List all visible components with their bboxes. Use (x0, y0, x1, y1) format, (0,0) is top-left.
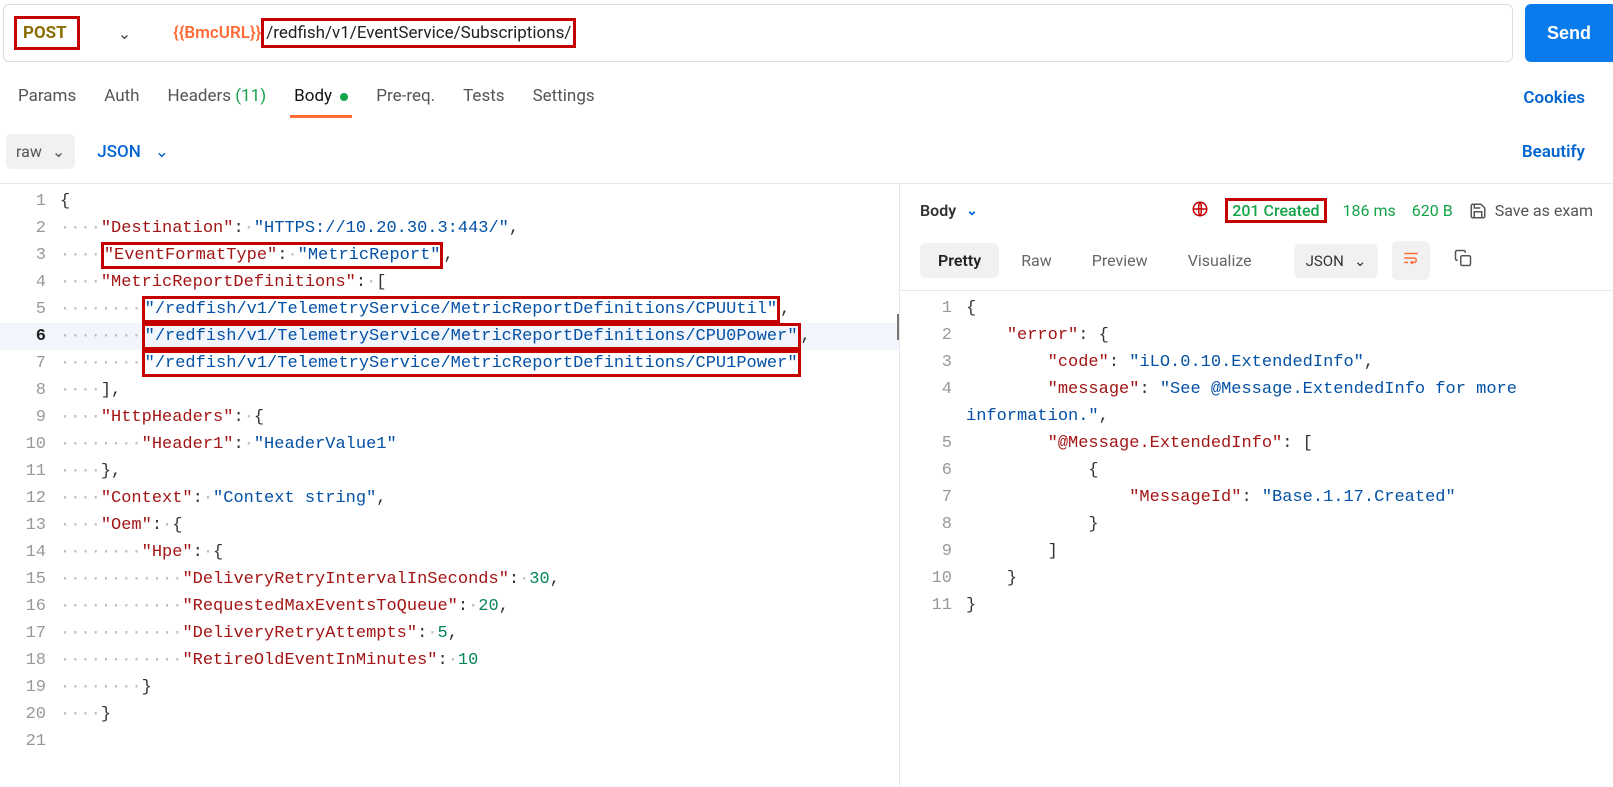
tab-headers-count: (11) (235, 86, 266, 106)
code-line[interactable]: 9 ] (906, 538, 1613, 565)
code-line[interactable]: 6········"/redfish/v1/TelemetryService/M… (0, 323, 899, 350)
save-as-example-label: Save as exam (1495, 201, 1593, 220)
code-line[interactable]: 6 { (906, 457, 1613, 484)
code-line[interactable]: 9····"HttpHeaders":·{ (0, 404, 899, 431)
tab-tests[interactable]: Tests (449, 80, 518, 116)
code-line[interactable]: 18············"RetireOldEventInMinutes":… (0, 647, 899, 674)
code-line[interactable]: 12····"Context":·"Context string", (0, 485, 899, 512)
save-as-example-button[interactable]: Save as exam (1469, 201, 1593, 220)
response-lang-select[interactable]: JSON ⌄ (1294, 244, 1379, 278)
code-line[interactable]: 7 "MessageId": "Base.1.17.Created" (906, 484, 1613, 511)
code-line[interactable]: 8 } (906, 511, 1613, 538)
code-line[interactable]: 17············"DeliveryRetryAttempts":·5… (0, 620, 899, 647)
code-line[interactable]: 10········"Header1":·"HeaderValue1" (0, 431, 899, 458)
code-line[interactable]: 8····], (0, 377, 899, 404)
response-lang-label: JSON (1306, 252, 1344, 270)
chevron-down-icon: ⌄ (52, 142, 65, 161)
body-type-label: raw (16, 142, 42, 161)
body-sub-controls: raw ⌄ JSON ⌄ Beautify (0, 116, 1613, 183)
code-line[interactable]: 4····"MetricReportDefinitions":·[ (0, 269, 899, 296)
cookies-link[interactable]: Cookies (1523, 88, 1585, 108)
tab-settings[interactable]: Settings (519, 80, 609, 116)
code-line[interactable]: 14········"Hpe":·{ (0, 539, 899, 566)
response-size: 620 B (1412, 201, 1453, 220)
url-path: /redfish/v1/EventService/Subscriptions/ (261, 18, 576, 48)
code-line[interactable]: 20····} (0, 701, 899, 728)
tab-body-label: Body (294, 86, 332, 106)
status-badge: 201 Created (1225, 198, 1326, 223)
code-line[interactable]: 3 "code": "iLO.0.10.ExtendedInfo", (906, 349, 1613, 376)
resp-tab-raw[interactable]: Raw (1003, 243, 1070, 278)
code-line[interactable]: 19········} (0, 674, 899, 701)
response-section-select[interactable]: Body ⌄ (920, 201, 978, 220)
unsaved-dot-icon (340, 93, 348, 101)
code-line[interactable]: 7········"/redfish/v1/TelemetryService/M… (0, 350, 899, 377)
response-pane: Body ⌄ 201 Created 186 ms 620 B Save as … (900, 184, 1613, 787)
code-line[interactable]: 11····}, (0, 458, 899, 485)
code-line[interactable]: 3····"EventFormatType":·"MetricReport", (0, 242, 899, 269)
chevron-down-icon[interactable]: ⌄ (118, 24, 131, 43)
resp-tab-visualize[interactable]: Visualize (1170, 243, 1270, 278)
code-line[interactable]: 21 (0, 728, 899, 755)
code-line[interactable]: 11} (906, 592, 1613, 619)
request-tabs: Params Auth Headers (11) Body Pre-req. T… (0, 62, 1613, 116)
wrap-lines-button[interactable] (1392, 241, 1430, 280)
response-section-label: Body (920, 201, 956, 220)
code-line[interactable]: 2····"Destination":·"HTTPS://10.20.30.3:… (0, 215, 899, 242)
tab-prereq[interactable]: Pre-req. (362, 80, 449, 116)
url-variable: {{BmcURL}} (173, 23, 261, 43)
tab-body[interactable]: Body (280, 80, 362, 116)
code-line[interactable]: 15············"DeliveryRetryIntervalInSe… (0, 566, 899, 593)
body-lang-select[interactable]: JSON ⌄ (97, 142, 169, 162)
tab-headers-label: Headers (168, 86, 232, 106)
tab-params[interactable]: Params (4, 80, 90, 116)
response-header: Body ⌄ 201 Created 186 ms 620 B Save as … (900, 184, 1613, 231)
code-line[interactable]: 4 "message": "See @Message.ExtendedInfo … (906, 376, 1613, 430)
globe-icon[interactable] (1191, 200, 1209, 222)
chevron-down-icon: ⌄ (1354, 252, 1367, 270)
code-line[interactable]: 13····"Oem":·{ (0, 512, 899, 539)
resp-tab-pretty[interactable]: Pretty (920, 243, 999, 278)
code-line[interactable]: 1{ (906, 295, 1613, 322)
request-bar: POST ⌄ {{BmcURL}} /redfish/v1/EventServi… (0, 4, 1613, 62)
code-line[interactable]: 2 "error": { (906, 322, 1613, 349)
chevron-down-icon: ⌄ (966, 203, 978, 219)
tab-headers[interactable]: Headers (11) (154, 80, 281, 116)
response-time: 186 ms (1343, 201, 1396, 220)
http-method[interactable]: POST (14, 16, 80, 50)
request-url[interactable]: {{BmcURL}} /redfish/v1/EventService/Subs… (173, 18, 576, 48)
chevron-down-icon: ⌄ (155, 142, 169, 162)
code-line[interactable]: 16············"RequestedMaxEventsToQueue… (0, 593, 899, 620)
response-tabs: Pretty Raw Preview Visualize JSON ⌄ (900, 231, 1613, 291)
tab-auth[interactable]: Auth (90, 80, 153, 116)
code-line[interactable]: 5 "@Message.ExtendedInfo": [ (906, 430, 1613, 457)
code-line[interactable]: 10 } (906, 565, 1613, 592)
code-line[interactable]: 5········"/redfish/v1/TelemetryService/M… (0, 296, 899, 323)
copy-icon[interactable] (1444, 241, 1482, 280)
code-line[interactable]: 1{ (0, 188, 899, 215)
response-body-viewer[interactable]: 1{2 "error": {3 "code": "iLO.0.10.Extend… (900, 291, 1613, 619)
send-button[interactable]: Send (1525, 4, 1613, 62)
url-group[interactable]: POST ⌄ {{BmcURL}} /redfish/v1/EventServi… (3, 4, 1513, 62)
resp-tab-preview[interactable]: Preview (1074, 243, 1166, 278)
body-lang-label: JSON (97, 142, 141, 162)
body-type-select[interactable]: raw ⌄ (6, 134, 75, 169)
request-body-editor[interactable]: 1{2····"Destination":·"HTTPS://10.20.30.… (0, 184, 900, 787)
beautify-button[interactable]: Beautify (1522, 142, 1585, 162)
